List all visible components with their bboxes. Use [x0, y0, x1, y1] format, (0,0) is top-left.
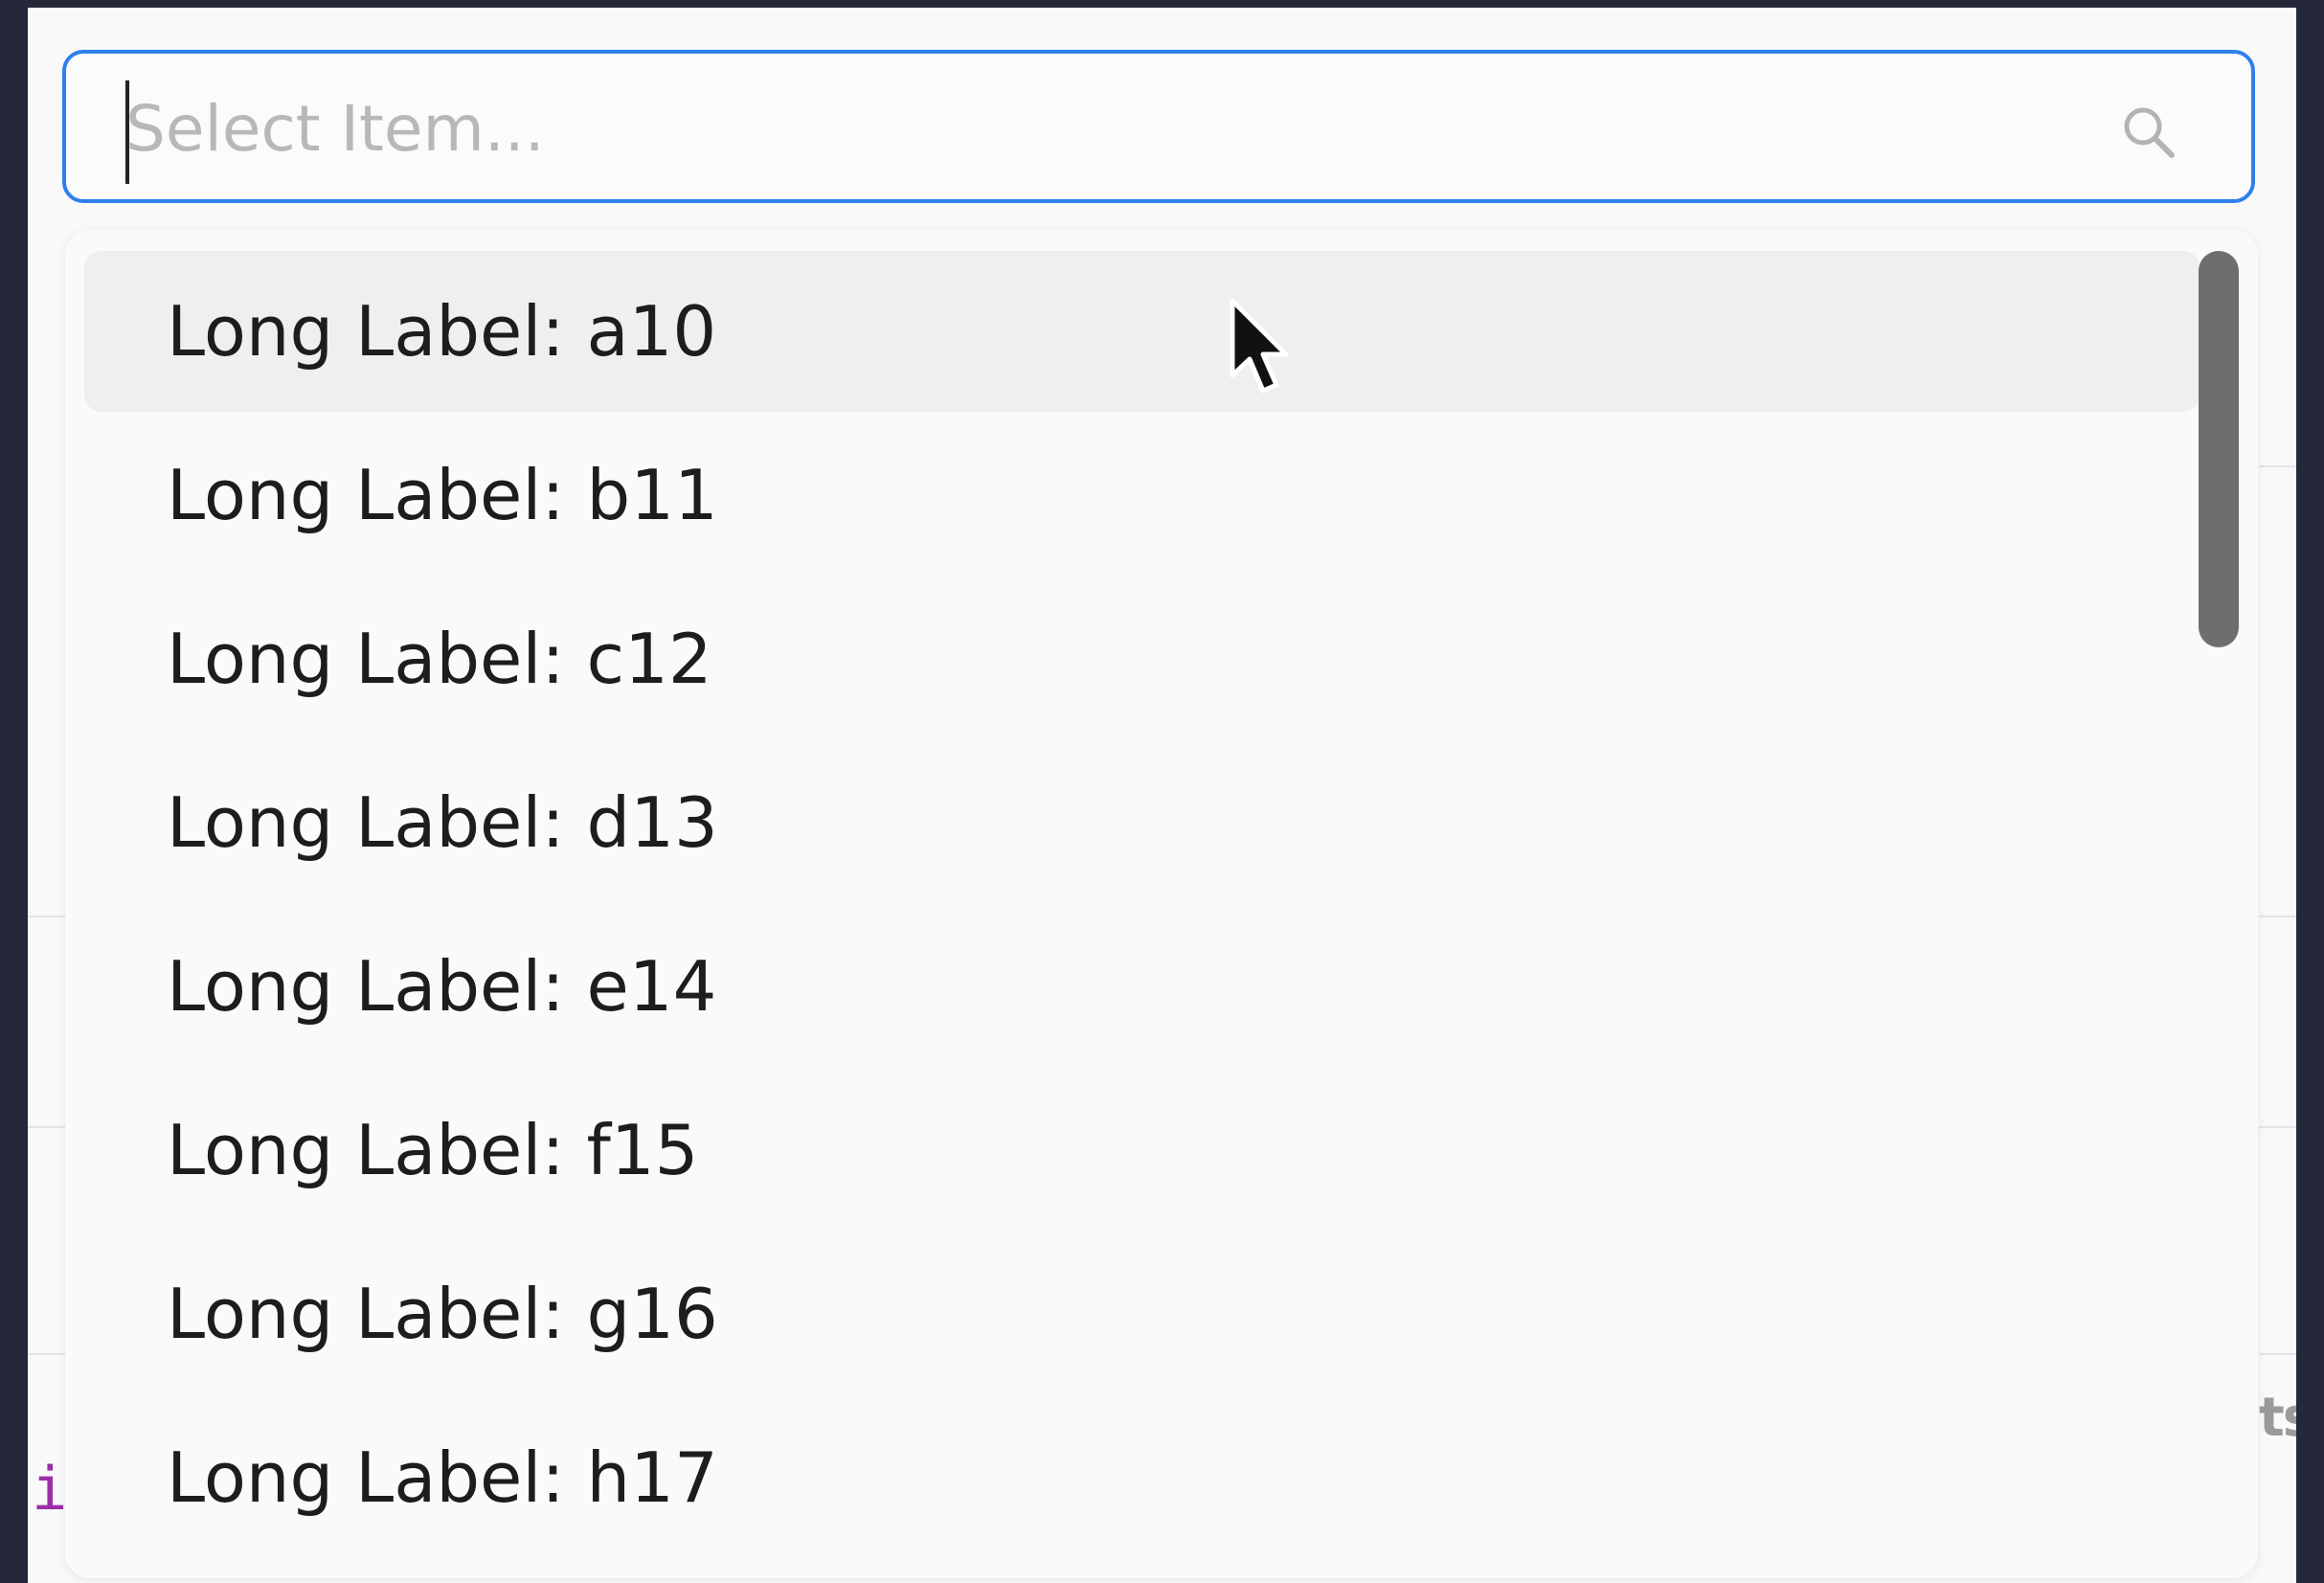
background-code-fragment: i [32, 1454, 68, 1524]
option-label: Long Label: c12 [167, 619, 712, 699]
dropdown-option[interactable]: Long Label: f15 [84, 1070, 2200, 1231]
option-label: Long Label: b11 [167, 455, 718, 535]
background-divider [2259, 1353, 2296, 1355]
option-label: Long Label: g16 [167, 1274, 718, 1354]
dropdown-option[interactable]: Long Label: e14 [84, 906, 2200, 1067]
combobox-search-field[interactable] [62, 50, 2255, 203]
background-divider [2259, 1126, 2296, 1128]
background-divider [28, 916, 66, 917]
background-divider [28, 1353, 66, 1355]
background-divider [28, 1126, 66, 1128]
dropdown-option[interactable]: Long Label: g16 [84, 1233, 2200, 1394]
background-divider [2259, 465, 2296, 467]
option-label: Long Label: d13 [167, 782, 718, 863]
scrollbar-thumb[interactable] [2199, 251, 2239, 647]
option-label: Long Label: a10 [167, 291, 717, 372]
dropdown-option[interactable]: Long Label: d13 [84, 742, 2200, 903]
search-icon[interactable] [2118, 102, 2179, 163]
background-divider [2259, 916, 2296, 917]
dropdown-listbox[interactable]: Long Label: a10 Long Label: b11 Long Lab… [65, 230, 2258, 1578]
combobox-input[interactable] [125, 73, 2098, 184]
dropdown-option[interactable]: Long Label: h17 [84, 1397, 2200, 1558]
dropdown-option[interactable]: Long Label: b11 [84, 415, 2200, 576]
dropdown-option[interactable]: Long Label: a10 [84, 251, 2200, 412]
option-label: Long Label: e14 [167, 946, 717, 1027]
background-text-fragment: ts [2259, 1387, 2296, 1449]
option-label: Long Label: h17 [167, 1437, 718, 1518]
option-label: Long Label: f15 [167, 1110, 699, 1190]
dropdown-option[interactable]: Long Label: c12 [84, 578, 2200, 739]
